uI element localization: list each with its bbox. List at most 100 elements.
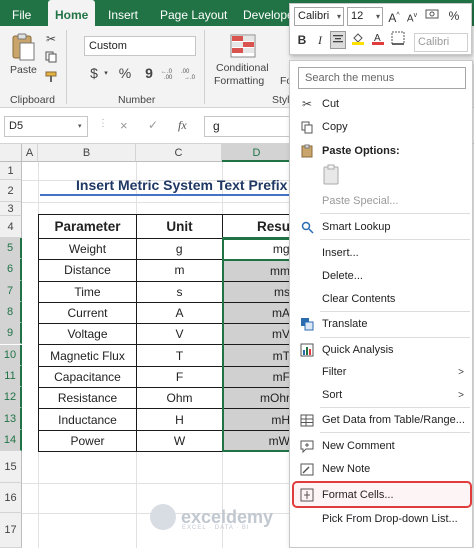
result-cell[interactable]: mm (222, 259, 293, 282)
format-painter-icon[interactable] (44, 70, 58, 84)
menu-item-copy[interactable]: Copy (290, 116, 472, 138)
chevron-down-icon[interactable]: ▾ (102, 68, 110, 78)
row-header[interactable]: 9 (0, 323, 22, 345)
decrease-font-size-button[interactable]: Av (404, 7, 420, 25)
unit-cell[interactable]: F (136, 365, 223, 389)
tab-file[interactable]: File (12, 0, 31, 26)
insert-function-button[interactable]: fx (178, 118, 187, 133)
increase-font-size-button[interactable]: A^ (386, 7, 402, 25)
row-header[interactable]: 8 (0, 301, 22, 324)
result-cell[interactable]: mT (222, 344, 293, 367)
row-header[interactable]: 14 (0, 429, 22, 451)
menu-item-cut[interactable]: ✂ Cut (290, 93, 472, 115)
unit-cell[interactable]: W (136, 429, 223, 452)
column-header-b[interactable]: B (38, 144, 136, 162)
copy-icon[interactable] (44, 50, 58, 64)
menu-item-clear-contents[interactable]: Clear Contents (290, 288, 472, 310)
table-header-result[interactable]: Resu (222, 214, 293, 239)
row-header[interactable]: 15 (0, 451, 22, 483)
parameter-cell[interactable]: Capacitance (38, 365, 137, 389)
tab-insert[interactable]: Insert (108, 0, 138, 26)
currency-button[interactable]: $ (86, 64, 102, 82)
row-header[interactable]: 16 (0, 483, 22, 513)
parameter-cell[interactable]: Resistance (38, 387, 137, 410)
parameter-cell[interactable]: Inductance (38, 408, 137, 431)
borders-button[interactable] (390, 31, 406, 49)
result-cell[interactable]: mH (222, 408, 293, 431)
bold-button[interactable]: B (294, 31, 310, 49)
parameter-cell[interactable]: Weight (38, 237, 137, 261)
result-cell[interactable]: mF (222, 365, 293, 389)
menu-item-delete[interactable]: Delete... (290, 265, 472, 287)
row-header[interactable]: 4 (0, 216, 22, 238)
parameter-cell[interactable]: Time (38, 280, 137, 303)
search-menus-input[interactable]: Search the menus (298, 67, 466, 89)
menu-item-insert[interactable]: Insert... (290, 242, 472, 264)
font-size-dropdown[interactable]: 12 ▾ (347, 7, 383, 26)
unit-cell[interactable]: s (136, 280, 223, 303)
result-cell-active[interactable]: mg (221, 237, 294, 261)
row-header[interactable]: 7 (0, 280, 22, 302)
result-cell[interactable]: mA (222, 301, 293, 325)
row-header[interactable]: 10 (0, 344, 22, 366)
parameter-cell[interactable]: Current (38, 301, 137, 325)
parameter-cell[interactable]: Voltage (38, 323, 137, 346)
menu-item-get-data[interactable]: Get Data from Table/Range... (290, 409, 472, 431)
unit-cell[interactable]: g (136, 237, 223, 261)
row-header[interactable]: 1 (0, 162, 22, 180)
unit-cell[interactable]: Ohm (136, 387, 223, 410)
percent-button[interactable]: % (116, 64, 134, 82)
column-header-d[interactable]: D (222, 144, 292, 162)
paste-clipboard-icon[interactable] (322, 164, 342, 188)
row-header[interactable]: 12 (0, 387, 22, 409)
tab-home[interactable]: Home (48, 0, 96, 26)
comma-style-button[interactable]: 9 (142, 64, 156, 82)
percent-format-button[interactable]: % (446, 7, 462, 25)
align-center-button[interactable] (330, 31, 346, 49)
italic-button[interactable]: I (312, 31, 328, 49)
tab-page-layout[interactable]: Page Layout (160, 0, 227, 26)
decrease-decimal-icon[interactable]: .00 →.0 (180, 64, 198, 82)
row-header[interactable]: 5 (0, 238, 22, 260)
number-format-dropdown[interactable]: Custom (84, 36, 196, 56)
font-name-dropdown[interactable]: Calibri ▾ (294, 7, 344, 26)
row-header[interactable]: 11 (0, 365, 22, 388)
fill-color-button[interactable] (350, 31, 366, 49)
menu-item-smart-lookup[interactable]: Smart Lookup (290, 216, 472, 238)
row-header[interactable]: 3 (0, 202, 22, 216)
result-cell[interactable]: ms (222, 280, 293, 303)
column-header-c[interactable]: C (136, 144, 222, 162)
menu-item-pick-from-list[interactable]: Pick From Drop-down List... (290, 508, 472, 530)
result-cell[interactable]: mW (222, 429, 293, 452)
parameter-cell[interactable]: Distance (38, 259, 137, 282)
row-header[interactable]: 13 (0, 408, 22, 430)
result-cell[interactable]: mV (222, 323, 293, 346)
cut-icon[interactable]: ✂ (44, 32, 58, 46)
parameter-cell[interactable]: Magnetic Flux (38, 344, 137, 367)
unit-cell[interactable]: T (136, 344, 223, 367)
conditional-formatting-icon[interactable] (228, 32, 258, 60)
enter-button[interactable]: ✓ (148, 118, 158, 132)
chevron-down-icon[interactable]: ▾ (78, 122, 82, 130)
menu-item-sort[interactable]: Sort > (290, 384, 472, 406)
currency-format-button[interactable] (424, 7, 440, 25)
cancel-button[interactable]: × (120, 118, 128, 133)
row-header[interactable]: 17 (0, 513, 22, 548)
column-header-a[interactable]: A (22, 144, 38, 162)
name-box[interactable]: D5 (4, 116, 88, 137)
menu-item-paste-special[interactable]: Paste Special... (290, 190, 472, 212)
table-header-unit[interactable]: Unit (136, 214, 223, 239)
unit-cell[interactable]: V (136, 323, 223, 346)
font-color-button[interactable]: A (370, 31, 386, 49)
row-header[interactable]: 2 (0, 180, 22, 202)
menu-item-new-comment[interactable]: New Comment (290, 435, 472, 457)
menu-item-quick-analysis[interactable]: Quick Analysis (290, 339, 472, 361)
parameter-cell[interactable]: Power (38, 429, 137, 452)
row-header[interactable]: 6 (0, 259, 22, 281)
paste-button[interactable] (8, 32, 38, 62)
menu-item-filter[interactable]: Filter > (290, 361, 472, 383)
unit-cell[interactable]: m (136, 259, 223, 282)
unit-cell[interactable]: H (136, 408, 223, 431)
result-cell[interactable]: mOhr (222, 387, 293, 410)
select-all-corner[interactable] (0, 144, 22, 162)
